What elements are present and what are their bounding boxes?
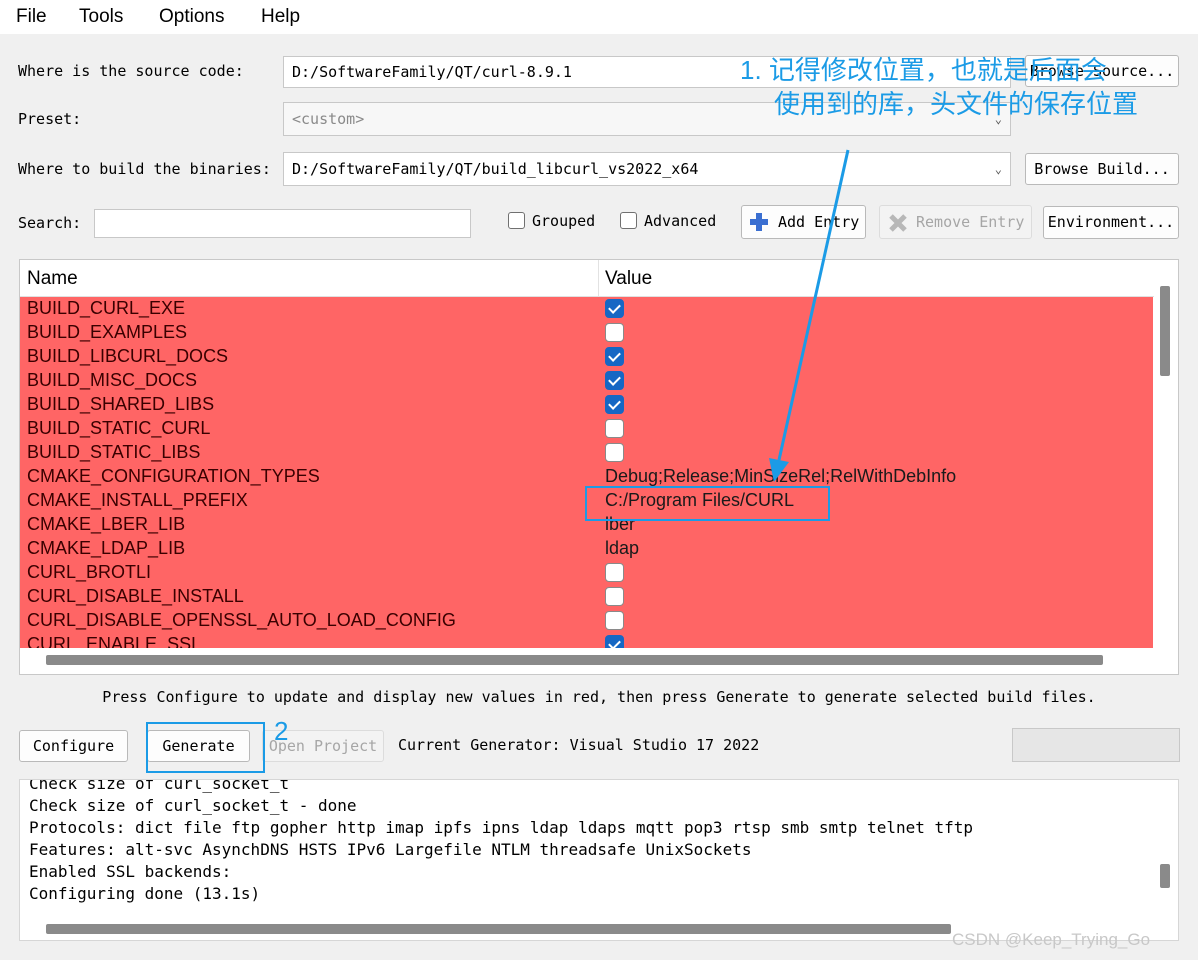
log-line: Features: alt-svc AsynchDNS HSTS IPv6 La… xyxy=(29,840,752,859)
build-label: Where to build the binaries: xyxy=(18,160,271,178)
table-row[interactable]: BUILD_STATIC_CURL xyxy=(20,417,1153,441)
table-vertical-scrollbar[interactable] xyxy=(1160,286,1170,376)
entry-value-text[interactable]: ldap xyxy=(605,538,639,559)
entry-name: CURL_BROTLI xyxy=(27,562,152,582)
entry-name: BUILD_SHARED_LIBS xyxy=(27,394,215,414)
log-line: Protocols: dict file ftp gopher http ima… xyxy=(29,818,974,837)
annotation-box-generate xyxy=(146,722,265,773)
advanced-checkbox[interactable]: Advanced xyxy=(620,212,716,230)
preset-value: <custom> xyxy=(292,110,365,128)
menu-options[interactable]: Options xyxy=(159,6,224,28)
watermark: CSDN @Keep_Trying_Go xyxy=(952,930,1151,949)
table-row[interactable]: CURL_BROTLI xyxy=(20,561,1153,585)
entry-name: CURL_DISABLE_OPENSSL_AUTO_LOAD_CONFIG xyxy=(27,610,456,630)
source-label: Where is the source code: xyxy=(18,62,244,80)
entry-value-checkbox[interactable] xyxy=(605,611,624,630)
log-line: Enabled SSL backends: xyxy=(29,862,232,881)
advanced-checkbox-box[interactable] xyxy=(620,212,637,229)
menu-file[interactable]: File xyxy=(16,6,47,28)
entry-name: BUILD_CURL_EXE xyxy=(27,298,186,318)
table-row[interactable]: BUILD_MISC_DOCS xyxy=(20,369,1153,393)
annotation-note-1-line-1: 1. 记得修改位置，也就是后面会 xyxy=(740,55,1107,85)
table-row[interactable]: BUILD_SHARED_LIBS xyxy=(20,393,1153,417)
configure-hint: Press Configure to update and display ne… xyxy=(102,688,1096,706)
entry-name: CMAKE_LBER_LIB xyxy=(27,514,186,534)
plus-icon xyxy=(750,213,768,231)
entry-value-checkbox[interactable] xyxy=(605,299,624,318)
environment-button[interactable]: Environment... xyxy=(1043,206,1179,239)
entry-name: BUILD_LIBCURL_DOCS xyxy=(27,346,229,366)
entry-value-checkbox[interactable] xyxy=(605,347,624,366)
entry-name: BUILD_MISC_DOCS xyxy=(27,370,198,390)
menu-bar: File Tools Options Help xyxy=(0,0,1198,34)
entry-value-checkbox[interactable] xyxy=(605,371,624,390)
chevron-down-icon: ⌄ xyxy=(994,162,1002,176)
entry-value-checkbox[interactable] xyxy=(605,443,624,462)
entry-value-checkbox[interactable] xyxy=(605,419,624,438)
add-entry-label: Add Entry xyxy=(778,213,860,231)
entry-name: BUILD_STATIC_CURL xyxy=(27,418,211,438)
menu-help[interactable]: Help xyxy=(261,6,300,28)
table-row[interactable]: BUILD_CURL_EXE xyxy=(20,297,1153,321)
table-horizontal-scrollbar[interactable] xyxy=(46,655,1103,665)
annotation-box-install-prefix xyxy=(585,486,830,521)
advanced-label: Advanced xyxy=(644,212,717,230)
grouped-checkbox-box[interactable] xyxy=(508,212,525,229)
annotation-note-2: 2 xyxy=(274,716,289,746)
log-vertical-scrollbar[interactable] xyxy=(1160,864,1170,888)
entry-value-text[interactable]: Debug;Release;MinSizeRel;RelWithDebInfo xyxy=(605,466,956,487)
table-row[interactable]: BUILD_LIBCURL_DOCS xyxy=(20,345,1153,369)
progress-bar xyxy=(1012,728,1180,762)
table-body: BUILD_CURL_EXE BUILD_EXAMPLES BUILD_LIBCUR… xyxy=(20,297,1153,648)
log-line: Configuring done (13.1s) xyxy=(29,884,261,903)
entry-value-checkbox[interactable] xyxy=(605,587,624,606)
column-header-name[interactable]: Name xyxy=(27,268,78,290)
table-row[interactable]: CURL_DISABLE_OPENSSL_AUTO_LOAD_CONFIG xyxy=(20,609,1153,633)
entry-name: CMAKE_LDAP_LIB xyxy=(27,538,186,558)
log-output: Check size of curl_socket_t Check size o… xyxy=(19,779,1179,941)
build-path-value: D:/SoftwareFamily/QT/build_libcurl_vs202… xyxy=(292,160,699,178)
browse-build-button[interactable]: Browse Build... xyxy=(1025,153,1179,185)
entry-value-checkbox[interactable] xyxy=(605,323,624,342)
menu-tools[interactable]: Tools xyxy=(79,6,123,28)
log-horizontal-scrollbar[interactable] xyxy=(46,924,951,934)
annotation-note-1-line-2: 使用到的库，头文件的保存位置 xyxy=(774,89,1139,119)
table-row[interactable]: BUILD_STATIC_LIBS xyxy=(20,441,1153,465)
column-header-value[interactable]: Value xyxy=(605,268,652,290)
current-generator-text: Current Generator: Visual Studio 17 2022 xyxy=(398,736,760,754)
entry-name: CURL_ENABLE_SSL xyxy=(27,634,202,648)
entry-name: CURL_DISABLE_INSTALL xyxy=(27,586,244,606)
remove-entry-label: Remove Entry xyxy=(916,213,1025,231)
log-line: Check size of curl_socket_t - done xyxy=(29,796,357,815)
entry-value-checkbox[interactable] xyxy=(605,395,624,414)
search-label: Search: xyxy=(18,214,82,232)
search-input[interactable] xyxy=(94,209,471,238)
build-path-select[interactable]: D:/SoftwareFamily/QT/build_libcurl_vs202… xyxy=(283,152,1011,186)
entry-name: BUILD_STATIC_LIBS xyxy=(27,442,201,462)
grouped-checkbox[interactable]: Grouped xyxy=(508,212,595,230)
table-row[interactable]: CMAKE_LDAP_LIB ldap xyxy=(20,537,1153,561)
grouped-label: Grouped xyxy=(532,212,596,230)
table-header: Name Value xyxy=(20,260,1154,297)
remove-x-icon xyxy=(889,214,907,232)
remove-entry-button[interactable]: Remove Entry xyxy=(879,205,1032,239)
entry-value-checkbox[interactable] xyxy=(605,635,624,648)
configure-button[interactable]: Configure xyxy=(19,730,128,762)
table-row[interactable]: CURL_DISABLE_INSTALL xyxy=(20,585,1153,609)
entry-name: CMAKE_INSTALL_PREFIX xyxy=(27,490,248,510)
add-entry-button[interactable]: Add Entry xyxy=(741,205,866,239)
preset-label: Preset: xyxy=(18,110,82,128)
entry-name: BUILD_EXAMPLES xyxy=(27,322,188,342)
entry-value-checkbox[interactable] xyxy=(605,563,624,582)
entry-name: CMAKE_CONFIGURATION_TYPES xyxy=(27,466,320,486)
table-row[interactable]: BUILD_EXAMPLES xyxy=(20,321,1153,345)
column-divider xyxy=(598,260,599,296)
cache-table: Name Value BUILD_CURL_EXE BUILD_EXAMPLES B… xyxy=(19,259,1179,675)
log-line: Check size of curl_socket_t xyxy=(29,779,290,793)
table-row[interactable]: CURL_ENABLE_SSL xyxy=(20,633,1153,648)
